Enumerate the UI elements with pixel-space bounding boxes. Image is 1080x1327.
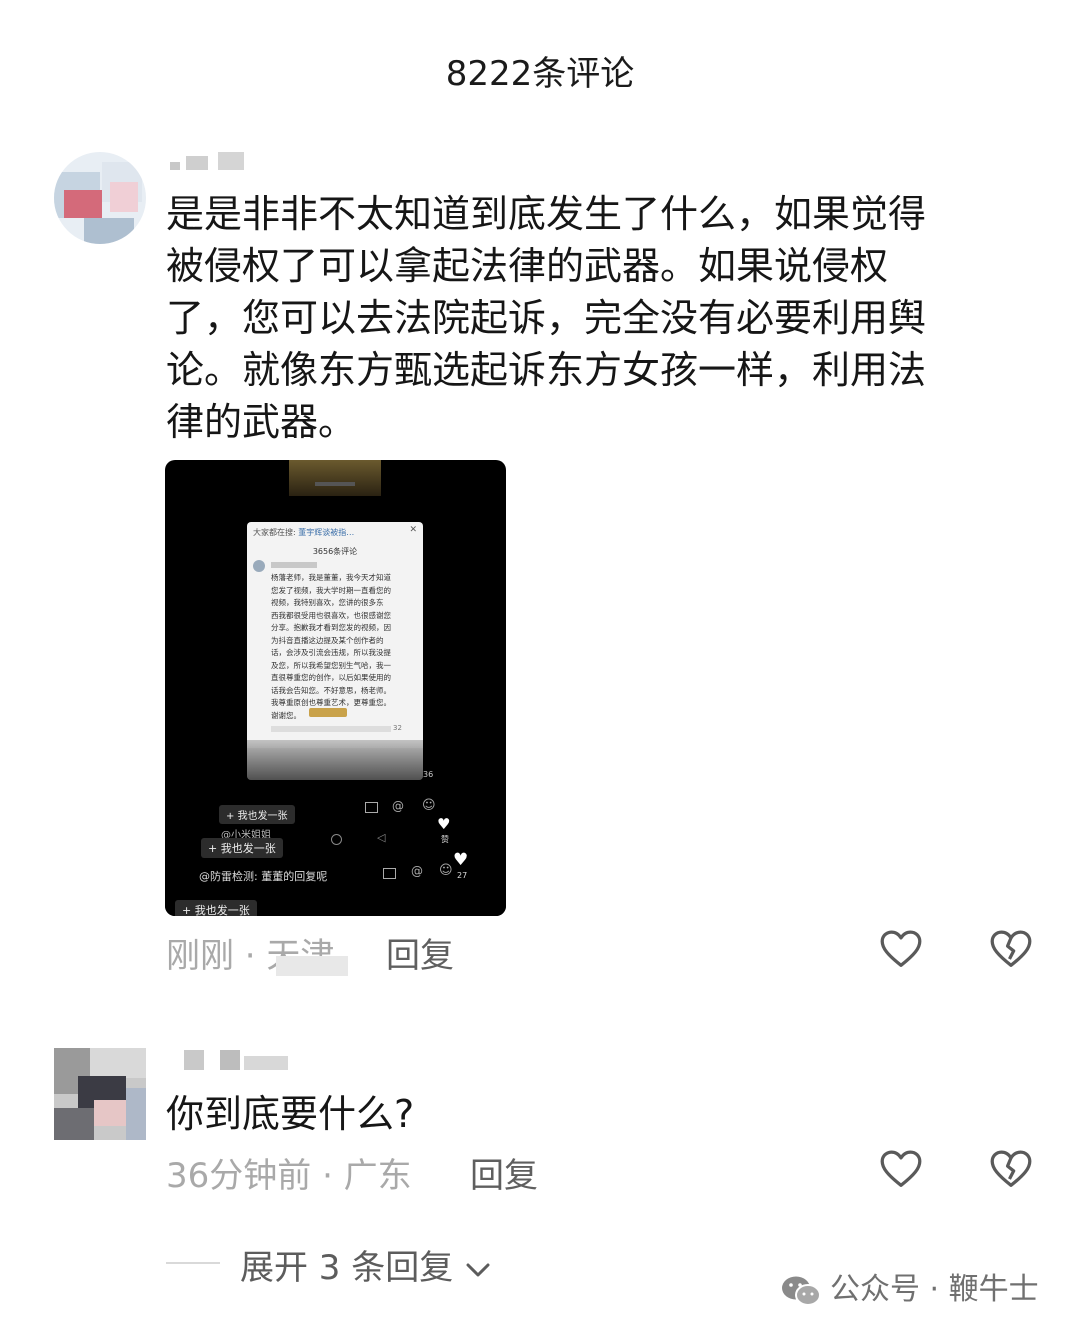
broken-heart-icon[interactable]: [988, 926, 1034, 972]
comment-meta: 36分钟前 · 广东: [166, 1156, 412, 1196]
comment-text: 你到底要什么?: [166, 1092, 415, 1136]
divider: [166, 1262, 220, 1264]
watermark: 公众号 · 鞭牛士: [780, 1264, 1039, 1308]
location-blur: [276, 956, 348, 976]
inner-comment-body: 杨藩老师，我是董董，我今天才知道 您发了视频，我大学时期一直看您的 视频，我特别…: [271, 573, 391, 720]
broken-heart-icon[interactable]: [988, 1146, 1034, 1192]
at-icon: @: [411, 864, 423, 878]
reply-button[interactable]: 回复: [386, 928, 454, 977]
heart-icon[interactable]: [878, 1146, 924, 1192]
heart-icon: ♥: [437, 815, 451, 833]
add-image-button[interactable]: + 我也发一张: [201, 838, 283, 858]
inner-like-count: 32: [393, 724, 402, 732]
chevron-down-icon: [466, 1263, 490, 1276]
add-image-button[interactable]: + 我也发一张: [219, 805, 295, 824]
inner-avatar: [253, 560, 265, 572]
image-icon: [365, 802, 378, 813]
close-icon: ✕: [409, 525, 417, 535]
side-like-count: 36: [423, 770, 434, 779]
heart-icon[interactable]: [878, 926, 924, 972]
reply-button[interactable]: 回复: [470, 1148, 538, 1197]
side-like-label: 赞: [441, 835, 449, 844]
comment-text: 是是非非不太知道到底发生了什么，如果觉得 被侵权了可以拿起法律的武器。如果说侵权…: [166, 192, 927, 444]
inner-comment-count: 3656条评论: [312, 547, 358, 556]
search-term: 董宇辉谈被指…: [298, 528, 355, 537]
avatar[interactable]: [54, 1048, 146, 1140]
search-prefix: 大家都在搜:: [253, 528, 296, 537]
add-image-button[interactable]: + 我也发一张: [175, 900, 257, 916]
mention-line: @防雷检测: 董董的回复呢: [199, 870, 328, 883]
wechat-icon: [782, 1276, 821, 1306]
expand-replies-label: 展开 3 条回复: [240, 1248, 454, 1288]
back-nav-icon: ◁: [377, 831, 386, 844]
comment-image[interactable]: 大家都在搜: 董宇辉谈被指… ✕ 3656条评论 杨藩老师，我是董董，我今天才知…: [165, 460, 506, 916]
heart-icon: ♥: [453, 850, 469, 870]
emoji-icon: ☺: [439, 863, 453, 878]
circle-nav-icon: [331, 834, 342, 845]
image-icon: [383, 868, 396, 879]
emoji-icon: ☺: [422, 798, 436, 813]
page-title: 8222条评论: [445, 54, 635, 94]
side-like-count: 27: [457, 871, 468, 880]
avatar[interactable]: [54, 152, 146, 244]
emoji-row: [309, 708, 347, 717]
at-icon: @: [392, 799, 404, 813]
